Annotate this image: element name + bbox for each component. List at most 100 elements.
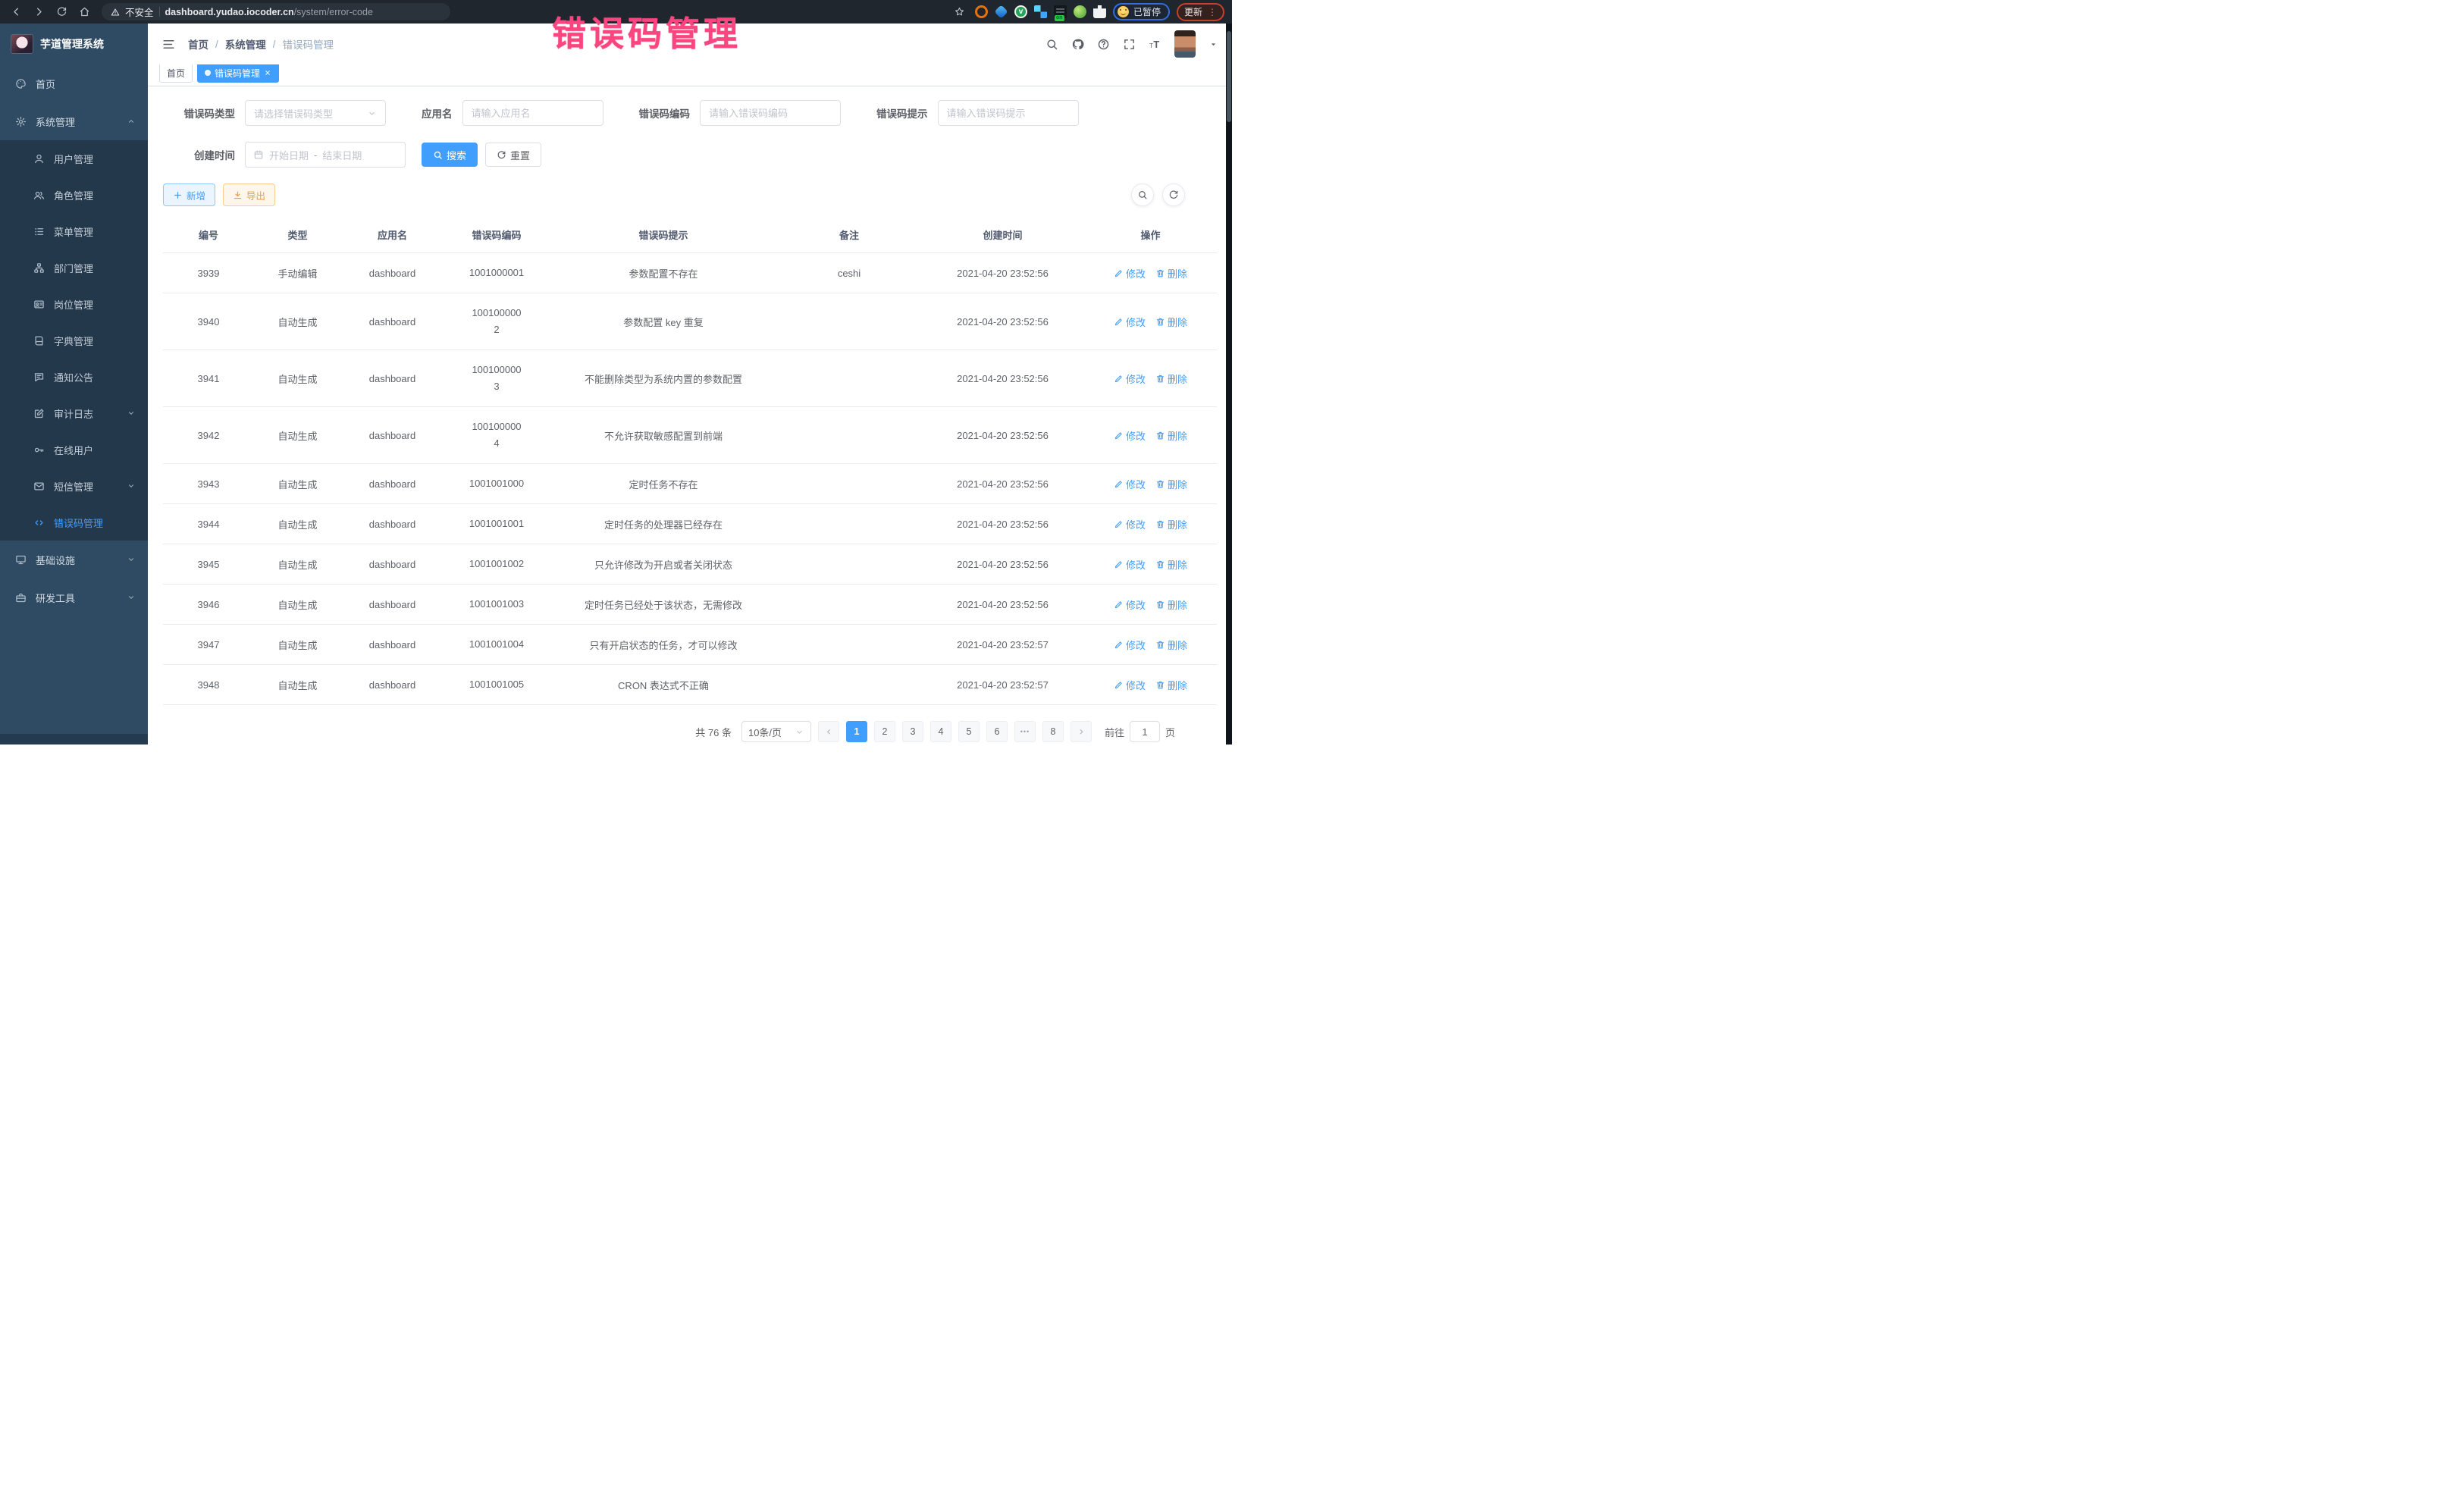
sidebar-item-10[interactable]: 在线用户: [0, 431, 148, 468]
error-code-label: 错误码编码: [639, 105, 691, 121]
sidebar-item-11[interactable]: 短信管理: [0, 468, 148, 504]
goto-page-input[interactable]: [1130, 721, 1160, 742]
cell: 3944: [163, 504, 254, 544]
page-button-3[interactable]: 3: [902, 721, 923, 742]
edit-link[interactable]: 修改: [1114, 678, 1146, 692]
edit-link[interactable]: 修改: [1114, 315, 1146, 329]
extension-green-icon[interactable]: v: [1014, 5, 1027, 18]
page-button-5[interactable]: 5: [958, 721, 980, 742]
delete-link[interactable]: 删除: [1155, 517, 1187, 531]
app-logo[interactable]: 芋道管理系统: [0, 24, 148, 64]
more-pages-button[interactable]: •••: [1014, 721, 1036, 742]
cell: 1001000001: [444, 253, 550, 293]
page-button-6[interactable]: 6: [986, 721, 1008, 742]
show-search-toggle-button[interactable]: [1131, 183, 1154, 206]
prev-page-button[interactable]: [818, 721, 839, 742]
table-row-3942: 3942自动生成dashboard100100000 4不允许获取敏感配置到前端…: [163, 407, 1217, 464]
delete-link[interactable]: 删除: [1155, 638, 1187, 652]
extension-orange-icon[interactable]: [975, 5, 988, 18]
edit-link[interactable]: 修改: [1114, 428, 1146, 443]
avatar-caret-down-icon[interactable]: [1208, 39, 1218, 49]
scrollbar-thumb[interactable]: [1227, 31, 1231, 122]
fullscreen-icon[interactable]: [1123, 38, 1136, 51]
close-icon[interactable]: [264, 69, 271, 77]
error-type-select[interactable]: 请选择错误码类型: [245, 100, 386, 126]
sidebar-item-3[interactable]: 角色管理: [0, 177, 148, 213]
extension-gem-icon[interactable]: [994, 5, 1008, 18]
sidebar-item-5[interactable]: 部门管理: [0, 249, 148, 286]
sidebar-item-4[interactable]: 菜单管理: [0, 213, 148, 249]
address-bar[interactable]: 不安全 dashboard.yudao.iocoder.cn/system/er…: [102, 3, 450, 20]
error-code-input[interactable]: [700, 100, 841, 126]
search-icon[interactable]: [1045, 38, 1058, 51]
sidebar-item-14[interactable]: 研发工具: [0, 578, 148, 616]
cell: 3943: [163, 464, 254, 504]
edit-link[interactable]: 修改: [1114, 597, 1146, 612]
page-size-select[interactable]: 10条/页: [741, 721, 811, 742]
error-hint-input[interactable]: [938, 100, 1079, 126]
chevron-down-icon: [127, 593, 136, 602]
sidebar-item-8[interactable]: 通知公告: [0, 359, 148, 395]
extension-grid-icon[interactable]: [1034, 5, 1047, 18]
edit-link[interactable]: 修改: [1114, 477, 1146, 491]
delete-link[interactable]: 删除: [1155, 371, 1187, 386]
user-avatar[interactable]: [1174, 30, 1196, 58]
font-size-icon[interactable]: TT: [1149, 38, 1161, 51]
page-button-1[interactable]: 1: [846, 721, 867, 742]
browser-back-icon[interactable]: [8, 4, 24, 20]
browser-update-button[interactable]: 更新 ⋮: [1177, 3, 1224, 21]
cell: [777, 504, 921, 544]
page-button-8[interactable]: 8: [1042, 721, 1064, 742]
add-button[interactable]: 新增: [163, 183, 215, 206]
page-button-4[interactable]: 4: [930, 721, 951, 742]
delete-link[interactable]: 删除: [1155, 266, 1187, 281]
bookmark-star-icon[interactable]: [951, 4, 968, 20]
browser-scrollbar[interactable]: [1226, 24, 1232, 744]
profile-paused-pill[interactable]: 已暂停: [1113, 3, 1170, 20]
delete-link[interactable]: 删除: [1155, 315, 1187, 329]
sidebar-item-2[interactable]: 用户管理: [0, 140, 148, 177]
create-time-range-picker[interactable]: 开始日期 - 结束日期: [245, 142, 406, 168]
cell: 3948: [163, 665, 254, 705]
reset-button[interactable]: 重置: [485, 143, 541, 167]
browser-menu-icon[interactable]: ⋮: [1208, 9, 1217, 15]
extension-key-icon[interactable]: [1074, 5, 1086, 18]
delete-link[interactable]: 删除: [1155, 477, 1187, 491]
search-button[interactable]: 搜索: [422, 143, 478, 167]
hamburger-icon[interactable]: [161, 37, 176, 52]
export-button[interactable]: 导出: [223, 183, 275, 206]
tag-tab-0[interactable]: 首页: [159, 63, 193, 83]
cell: [777, 625, 921, 665]
page-button-2[interactable]: 2: [874, 721, 895, 742]
sidebar-item-7[interactable]: 字典管理: [0, 322, 148, 359]
sidebar-item-0[interactable]: 首页: [0, 64, 148, 102]
browser-reload-icon[interactable]: [53, 4, 70, 20]
edit-link[interactable]: 修改: [1114, 371, 1146, 386]
next-page-button[interactable]: [1071, 721, 1092, 742]
sidebar-item-12[interactable]: 错误码管理: [0, 504, 148, 541]
app-name-input[interactable]: [462, 100, 603, 126]
delete-link[interactable]: 删除: [1155, 428, 1187, 443]
extension-list-icon[interactable]: on: [1054, 5, 1067, 18]
delete-link[interactable]: 删除: [1155, 557, 1187, 572]
breadcrumb-home[interactable]: 首页: [188, 36, 208, 52]
chevron-down-icon: [795, 727, 804, 737]
sidebar-item-6[interactable]: 岗位管理: [0, 286, 148, 322]
browser-forward-icon[interactable]: [30, 4, 47, 20]
edit-link[interactable]: 修改: [1114, 517, 1146, 531]
github-icon[interactable]: [1071, 38, 1084, 51]
sidebar-item-1[interactable]: 系统管理: [0, 102, 148, 140]
edit-link[interactable]: 修改: [1114, 638, 1146, 652]
sidebar-item-13[interactable]: 基础设施: [0, 541, 148, 578]
delete-link[interactable]: 删除: [1155, 597, 1187, 612]
browser-home-icon[interactable]: [76, 4, 92, 20]
refresh-table-button[interactable]: [1162, 183, 1185, 206]
edit-link[interactable]: 修改: [1114, 266, 1146, 281]
sidebar-item-9[interactable]: 审计日志: [0, 395, 148, 431]
edit-link[interactable]: 修改: [1114, 557, 1146, 572]
delete-link[interactable]: 删除: [1155, 678, 1187, 692]
help-icon[interactable]: [1097, 38, 1110, 51]
extensions-puzzle-icon[interactable]: [1093, 5, 1106, 18]
breadcrumb-system[interactable]: 系统管理: [225, 36, 266, 52]
tag-tab-1[interactable]: 错误码管理: [197, 63, 279, 83]
